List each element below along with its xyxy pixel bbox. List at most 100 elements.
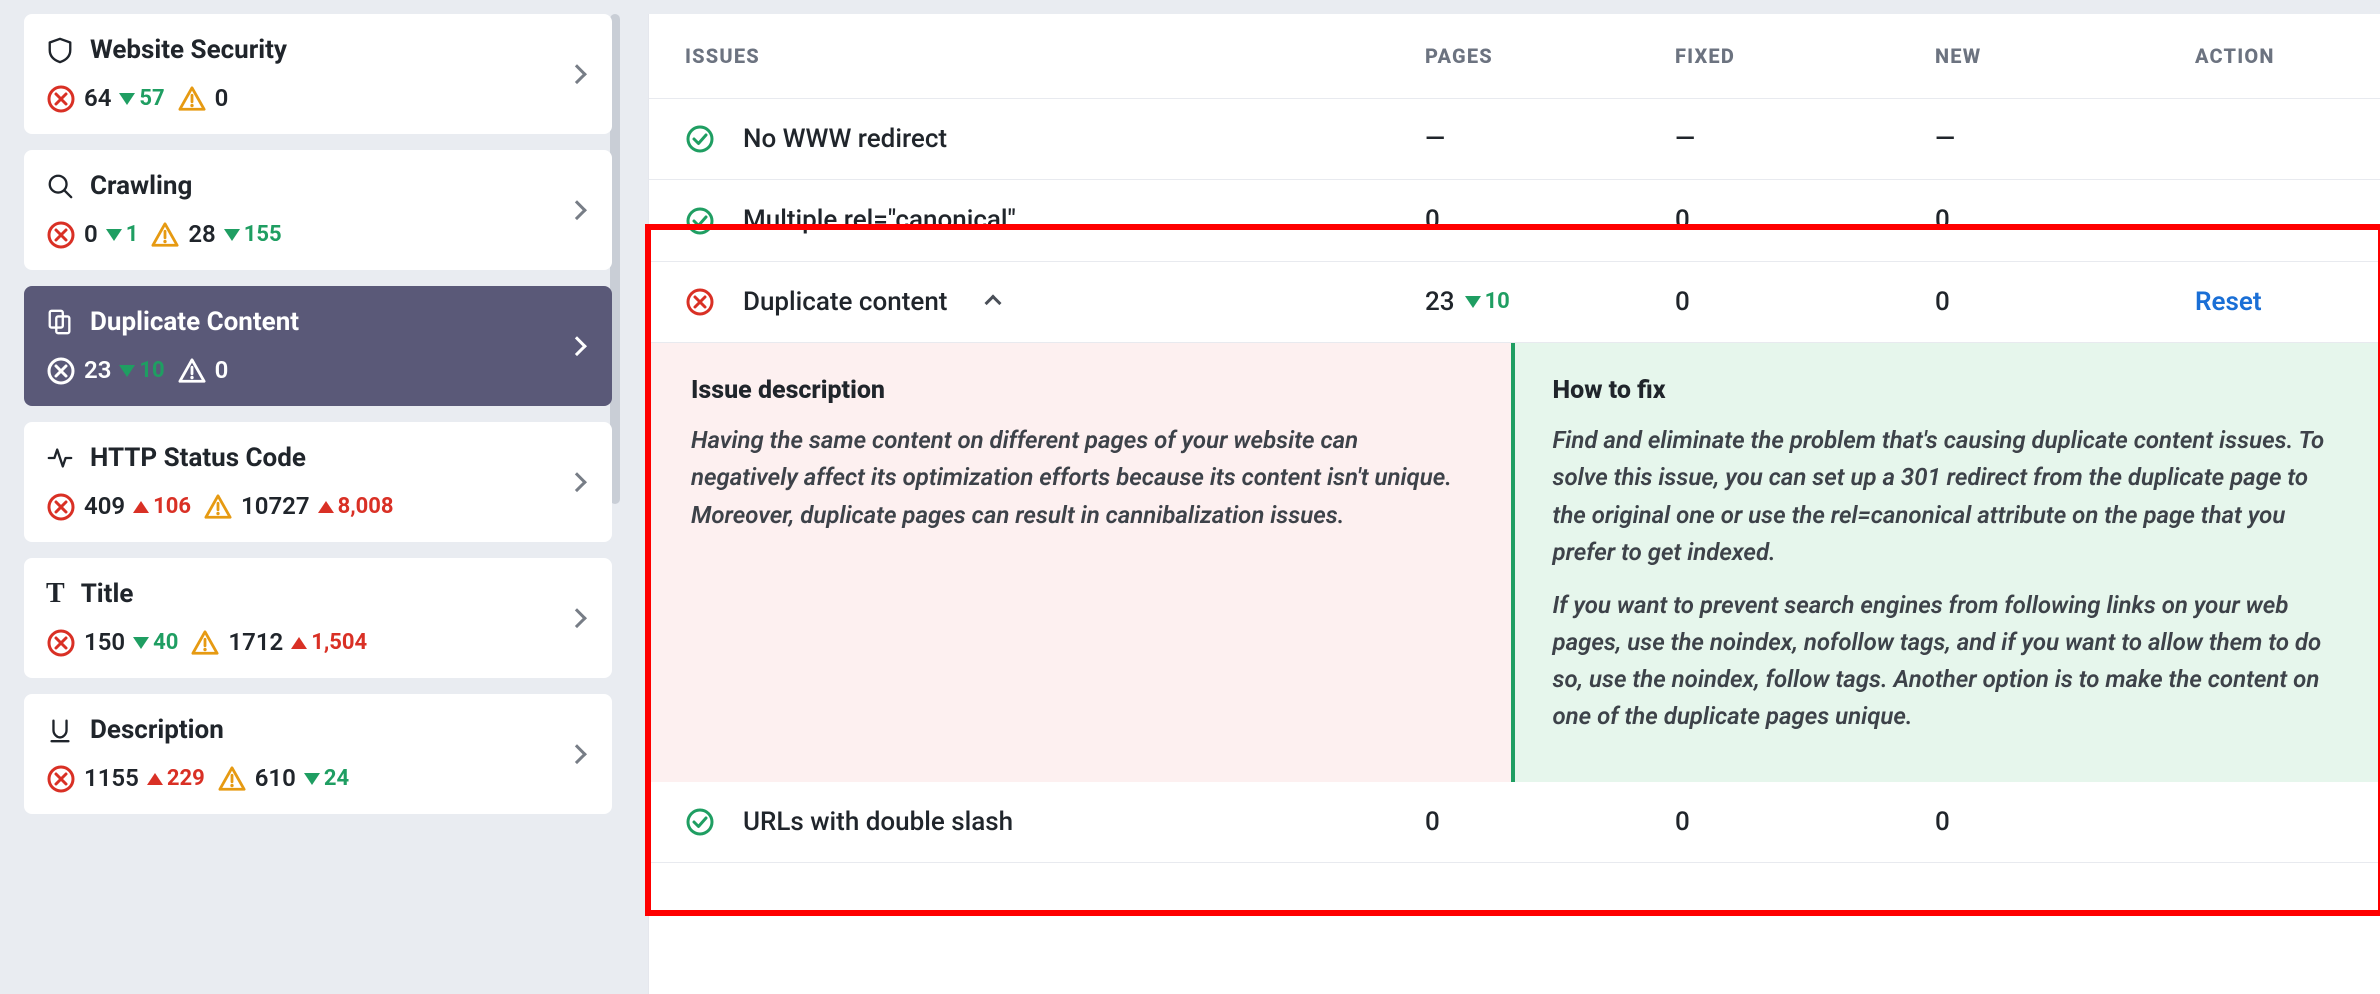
issue-description-body: Having the same content on different pag… bbox=[691, 422, 1469, 534]
error-delta: 1 bbox=[106, 220, 139, 251]
pages-delta: 10 bbox=[1465, 287, 1510, 318]
fixed-value: 0 bbox=[1675, 284, 1935, 320]
new-value: 0 bbox=[1935, 284, 2195, 320]
sidebar-item-label: Description bbox=[90, 712, 590, 748]
shield-icon bbox=[46, 36, 74, 64]
sidebar-stats: 150 40 1712 1,504 bbox=[46, 626, 590, 660]
error-icon bbox=[46, 492, 76, 522]
issue-name: No WWW redirect bbox=[743, 121, 947, 157]
warning-count: 0 bbox=[215, 354, 229, 388]
chevron-right-icon bbox=[570, 57, 584, 91]
fixed-value: 0 bbox=[1675, 804, 1935, 840]
error-count: 0 bbox=[84, 218, 98, 252]
sidebar-item-description[interactable]: Description 1155 229 610 24 bbox=[24, 694, 612, 814]
error-count: 409 bbox=[84, 490, 125, 524]
sidebar-item-title[interactable]: T Title 150 40 1712 1,504 bbox=[24, 558, 612, 678]
table-row[interactable]: No WWW redirect——— bbox=[649, 99, 2380, 180]
error-count: 150 bbox=[84, 626, 125, 660]
chevron-right-icon bbox=[570, 737, 584, 771]
warning-count: 0 bbox=[215, 82, 229, 116]
sidebar-stats: 64 57 0 bbox=[46, 82, 590, 116]
error-delta: 106 bbox=[133, 492, 191, 523]
pages-value: 23 bbox=[1425, 284, 1455, 320]
new-value: 0 bbox=[1935, 804, 2195, 840]
table-row[interactable]: Duplicate content231000Reset bbox=[649, 262, 2380, 343]
sidebar-stats: 01 28 155 bbox=[46, 218, 590, 252]
sidebar-item-security[interactable]: Website Security64570 bbox=[24, 14, 612, 134]
error-icon bbox=[46, 220, 76, 250]
sidebar-item-label: Duplicate Content bbox=[90, 304, 590, 340]
fixed-value: — bbox=[1675, 121, 1935, 157]
error-delta: 229 bbox=[147, 764, 205, 795]
warning-delta: 8,008 bbox=[318, 492, 394, 523]
pages-value: — bbox=[1425, 121, 1445, 157]
warning-icon bbox=[177, 357, 207, 385]
issues-panel: ISSUES PAGES FIXED NEW ACTION No WWW red… bbox=[648, 14, 2380, 994]
chevron-right-icon bbox=[570, 465, 584, 499]
status-icon bbox=[685, 206, 715, 236]
warning-count: 1712 bbox=[228, 626, 283, 660]
sidebar-item-crawling[interactable]: Crawling0128155 bbox=[24, 150, 612, 270]
table-row[interactable]: Multiple rel="canonical"000 bbox=[649, 180, 2380, 261]
how-to-fix-title: How to fix bbox=[1553, 373, 2339, 408]
table-header: ISSUES PAGES FIXED NEW ACTION bbox=[649, 14, 2380, 99]
issue-name: URLs with double slash bbox=[743, 804, 1013, 840]
new-value: — bbox=[1935, 121, 2195, 157]
sidebar-item-label: HTTP Status Code bbox=[90, 440, 590, 476]
how-to-fix-body-1: Find and eliminate the problem that's ca… bbox=[1553, 422, 2339, 571]
issue-name: Duplicate content bbox=[743, 284, 947, 320]
issue-detail-panel: Issue description Having the same content… bbox=[649, 343, 2380, 782]
warning-delta: 155 bbox=[224, 220, 282, 251]
warning-icon bbox=[150, 221, 180, 249]
warning-icon bbox=[203, 493, 233, 521]
chevron-right-icon bbox=[570, 193, 584, 227]
reset-link[interactable]: Reset bbox=[2195, 287, 2262, 317]
new-value: 0 bbox=[1935, 202, 2195, 238]
col-action: ACTION bbox=[2195, 42, 2380, 70]
warning-count: 28 bbox=[188, 218, 215, 252]
error-icon bbox=[46, 628, 76, 658]
warning-count: 610 bbox=[255, 762, 296, 796]
table-row[interactable]: URLs with double slash000 bbox=[649, 782, 2380, 863]
error-count: 23 bbox=[84, 354, 111, 388]
col-fixed: FIXED bbox=[1675, 42, 1935, 70]
sidebar-item-label: Title bbox=[81, 576, 590, 612]
warning-icon bbox=[190, 629, 220, 657]
sidebar-item-duplicate[interactable]: Duplicate Content 23 10 0 bbox=[24, 286, 612, 406]
how-to-fix-panel: How to fix Find and eliminate the problem… bbox=[1515, 343, 2380, 782]
error-delta: 40 bbox=[133, 628, 178, 659]
title-icon: T bbox=[46, 580, 65, 608]
activity-icon bbox=[46, 444, 74, 472]
chevron-right-icon bbox=[570, 329, 584, 363]
col-pages: PAGES bbox=[1425, 42, 1675, 70]
error-delta: 10 bbox=[119, 356, 164, 387]
sidebar-stats: 23 10 0 bbox=[46, 354, 590, 388]
col-new: NEW bbox=[1935, 42, 2195, 70]
underline-icon bbox=[46, 716, 74, 744]
sidebar-stats: 409 106 10727 8,008 bbox=[46, 490, 590, 524]
fixed-value: 0 bbox=[1675, 202, 1935, 238]
error-count: 64 bbox=[84, 82, 111, 116]
sidebar-item-http[interactable]: HTTP Status Code 409 106 10727 8,008 bbox=[24, 422, 612, 542]
col-issues: ISSUES bbox=[685, 42, 1425, 70]
error-icon bbox=[46, 356, 76, 386]
warning-delta: 1,504 bbox=[291, 628, 367, 659]
sidebar: Website Security64570Crawling0128155Dupl… bbox=[0, 14, 620, 994]
error-icon bbox=[46, 84, 76, 114]
chevron-right-icon bbox=[570, 601, 584, 635]
sidebar-stats: 1155 229 610 24 bbox=[46, 762, 590, 796]
issue-description-title: Issue description bbox=[691, 373, 1469, 408]
error-count: 1155 bbox=[84, 762, 139, 796]
issue-description-panel: Issue description Having the same content… bbox=[649, 343, 1515, 782]
warning-count: 10727 bbox=[241, 490, 310, 524]
warning-icon bbox=[217, 765, 247, 793]
copy-icon bbox=[46, 308, 74, 336]
search-icon bbox=[46, 172, 74, 200]
status-icon bbox=[685, 124, 715, 154]
collapse-icon[interactable] bbox=[985, 294, 1002, 311]
warning-icon bbox=[177, 85, 207, 113]
status-icon bbox=[685, 807, 715, 837]
error-delta: 57 bbox=[119, 84, 164, 115]
warning-delta: 24 bbox=[304, 764, 349, 795]
pages-value: 0 bbox=[1425, 804, 1440, 840]
